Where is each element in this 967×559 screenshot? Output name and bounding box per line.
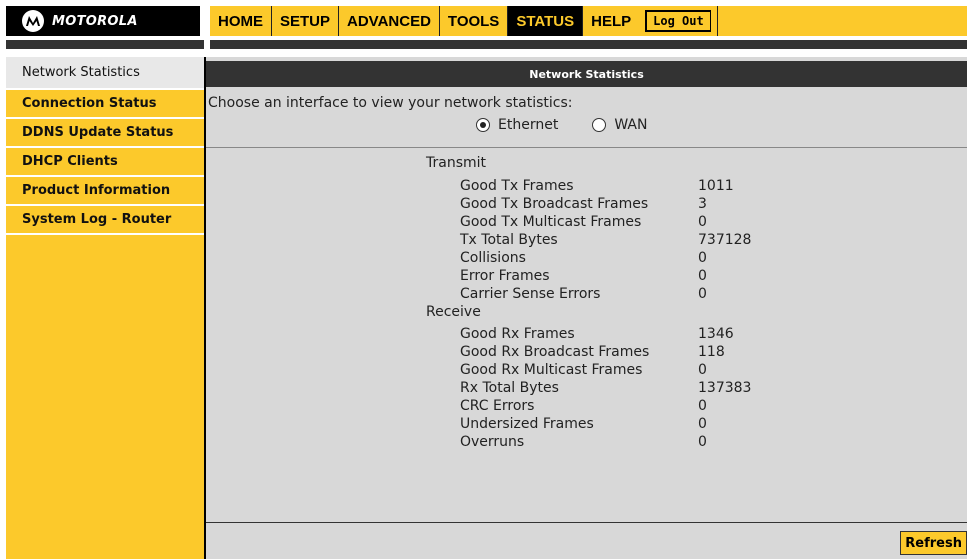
top-nav: HOME SETUP ADVANCED TOOLS STATUS HELP Lo… [210,6,967,36]
page-title: Network Statistics [206,61,967,87]
stat-value: 0 [698,250,707,266]
interface-prompt: Choose an interface to view your network… [208,95,573,111]
sidebar-item-dhcp-clients[interactable]: DHCP Clients [6,148,204,177]
radio-ethernet-label: Ethernet [498,117,559,133]
stat-label: Collisions [460,250,526,266]
stat-value: 0 [698,434,707,450]
nav-status-label: STATUS [516,12,575,30]
nav-home[interactable]: HOME [210,6,272,36]
stat-label: Error Frames [460,268,550,284]
sidebar-item-system-log-router[interactable]: System Log - Router [6,206,204,235]
nav-help-label: HELP [591,12,632,30]
stat-label: Tx Total Bytes [460,232,558,248]
stat-label: CRC Errors [460,398,535,414]
sidebar-item-connection-status[interactable]: Connection Status [6,90,204,119]
stat-label: Good Rx Broadcast Frames [460,344,650,360]
nav-help[interactable]: HELP [583,6,639,36]
brand-name: MOTOROLA [52,13,138,29]
stat-value: 118 [698,344,725,360]
radio-wan-label: WAN [614,117,648,133]
sidebar-item-ddns-update-status[interactable]: DDNS Update Status [6,119,204,148]
nav-advanced[interactable]: ADVANCED [339,6,440,36]
header-divider [6,40,967,49]
nav-setup-label: SETUP [280,12,331,30]
receive-heading: Receive [426,304,481,320]
motorola-batwing-icon [22,10,44,32]
sidebar: Network Statistics Connection Status DDN… [6,57,206,559]
stat-value: 0 [698,286,707,302]
stat-value: 0 [698,362,707,378]
section-divider [206,147,967,148]
top-bar: MOTOROLA HOME SETUP ADVANCED TOOLS STATU… [0,0,967,40]
stat-value: 737128 [698,232,752,248]
motorola-logo: MOTOROLA [6,6,200,36]
stat-label: Good Rx Multicast Frames [460,362,643,378]
stat-value: 0 [698,416,707,432]
refresh-button[interactable]: Refresh [900,531,967,555]
footer-divider [206,522,967,523]
stat-value: 1011 [698,178,734,194]
nav-tools-label: TOOLS [447,12,500,30]
radio-unchecked-icon [592,118,607,132]
logout-button[interactable]: Log Out [645,10,711,32]
stat-value: 137383 [698,380,752,396]
nav-status[interactable]: STATUS [508,6,584,36]
stat-value: 1346 [698,326,734,342]
interface-radio-group: Ethernet WAN [476,117,647,133]
nav-tools[interactable]: TOOLS [440,6,509,36]
sidebar-item-network-statistics[interactable]: Network Statistics [6,57,204,90]
nav-filler [716,6,967,36]
stat-label: Good Tx Multicast Frames [460,214,642,230]
radio-ethernet[interactable]: Ethernet [476,117,558,133]
sidebar-item-product-information[interactable]: Product Information [6,177,204,206]
stat-value: 0 [698,214,707,230]
stat-label: Overruns [460,434,525,450]
nav-advanced-label: ADVANCED [347,12,431,30]
stat-label: Carrier Sense Errors [460,286,601,302]
stat-label: Undersized Frames [460,416,594,432]
stat-label: Good Rx Frames [460,326,575,342]
stat-label: Good Tx Broadcast Frames [460,196,649,212]
transmit-heading: Transmit [426,155,487,171]
nav-setup[interactable]: SETUP [272,6,340,36]
stat-label: Good Tx Frames [460,178,574,194]
radio-checked-icon [476,118,490,132]
radio-wan[interactable]: WAN [592,117,647,133]
main-panel: Network Statistics Choose an interface t… [206,57,967,559]
stat-label: Rx Total Bytes [460,380,559,396]
stat-value: 0 [698,398,707,414]
stat-value: 0 [698,268,707,284]
stat-value: 3 [698,196,707,212]
nav-home-label: HOME [218,12,263,30]
